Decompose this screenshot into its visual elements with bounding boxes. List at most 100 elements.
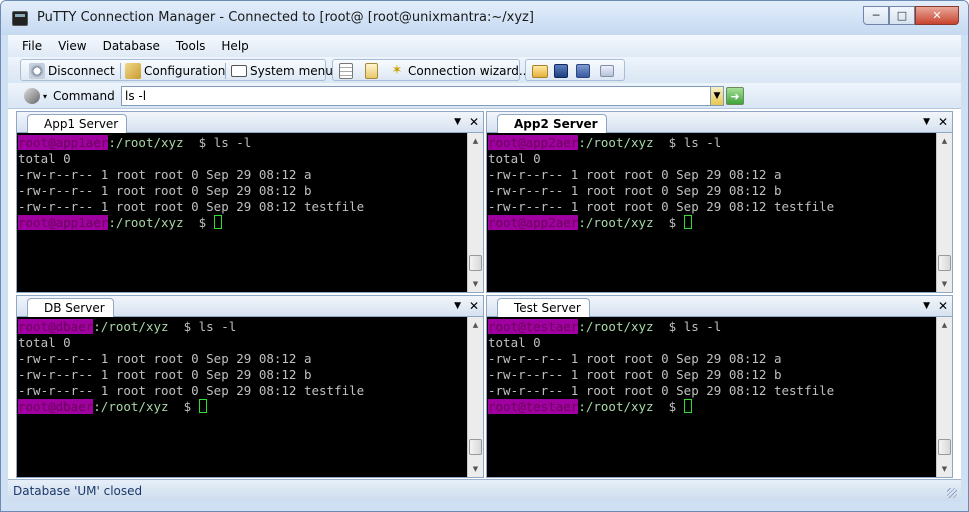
prompt-user-host: root@testaer <box>488 319 579 334</box>
notes-icon <box>365 63 378 79</box>
notes-button[interactable] <box>365 63 381 79</box>
status-text: Database 'UM' closed <box>13 483 143 498</box>
menu-bar: File View Database Tools Help <box>8 35 961 57</box>
terminal-cursor <box>683 215 692 229</box>
terminal-screen[interactable]: root@app2aer:/root/xyz $ ls -l total 0 -… <box>487 133 936 292</box>
menu-database[interactable]: Database <box>103 39 160 53</box>
vertical-scrollbar[interactable]: ▲ ▼ <box>936 133 952 292</box>
menu-help[interactable]: Help <box>221 39 248 53</box>
command-history-dropdown[interactable]: ▼ <box>710 86 724 106</box>
terminal-line: root@testaer:/root/xyz $ ls -l <box>488 319 722 334</box>
pane-dropdown-icon[interactable]: ▼ <box>454 301 461 311</box>
status-bar: Database 'UM' closed <box>8 479 961 501</box>
terminal-command: ls -l <box>213 135 252 150</box>
scroll-thumb[interactable] <box>938 255 951 271</box>
terminal-cursor <box>683 399 692 413</box>
main-toolbar: Disconnect Configuration System menu ✶ C… <box>8 57 961 83</box>
scroll-thumb[interactable] <box>469 255 482 271</box>
system-menu-label: System menu <box>250 64 333 78</box>
scroll-down-icon[interactable]: ▼ <box>468 276 483 292</box>
disconnect-button[interactable]: Disconnect <box>29 63 115 79</box>
prompt-user-host: root@dbaer <box>18 399 94 414</box>
pane-tab-bar: DB Server ▼ ✕ <box>17 296 483 318</box>
scroll-down-icon[interactable]: ▼ <box>937 461 952 477</box>
scroll-up-icon[interactable]: ▲ <box>468 133 483 149</box>
print-button[interactable] <box>600 63 617 79</box>
terminal-command: ls -l <box>683 319 722 334</box>
pane-dropdown-icon[interactable]: ▼ <box>923 301 930 311</box>
scroll-up-icon[interactable]: ▲ <box>937 133 952 149</box>
terminal-line: -rw-r--r-- 1 root root 0 Sep 29 08:12 a <box>488 351 782 366</box>
configuration-button[interactable]: Configuration <box>125 63 225 79</box>
pane-tab-bar: App2 Server ▼ ✕ <box>487 112 952 134</box>
vertical-scrollbar[interactable]: ▲ ▼ <box>936 317 952 477</box>
printer-icon <box>600 65 614 77</box>
system-menu-button[interactable]: System menu <box>231 63 333 79</box>
pane-close-icon[interactable]: ✕ <box>469 299 479 313</box>
chevron-down-icon: ▾ <box>43 91 48 101</box>
title-bar[interactable]: PuTTY Connection Manager - Connected to … <box>1 1 968 35</box>
toolbar-group-connection: Disconnect Configuration System menu <box>20 59 333 81</box>
pane-close-icon[interactable]: ✕ <box>469 115 479 129</box>
toolbar-group-tools: ✶ Connection wizard... <box>332 59 530 81</box>
menu-view[interactable]: View <box>58 39 86 53</box>
scroll-up-icon[interactable]: ▲ <box>468 317 483 333</box>
prompt-path: :/root/xyz <box>578 399 654 414</box>
terminal-line: -rw-r--r-- 1 root root 0 Sep 29 08:12 a <box>488 167 782 182</box>
terminal-pane-app1: App1 Server ▼ ✕ root@app1aer:/root/xyz $… <box>16 111 484 293</box>
menu-tools[interactable]: Tools <box>176 39 206 53</box>
scroll-down-icon[interactable]: ▼ <box>937 276 952 292</box>
prompt-user-host: root@app1aer <box>18 215 109 230</box>
tab-app2-server[interactable]: App2 Server <box>497 114 607 134</box>
scroll-down-icon[interactable]: ▼ <box>468 461 483 477</box>
tab-db-server[interactable]: DB Server <box>27 298 114 318</box>
terminal-line: -rw-r--r-- 1 root root 0 Sep 29 08:12 te… <box>18 383 365 398</box>
terminal-screen[interactable]: root@app1aer:/root/xyz $ ls -l total 0 -… <box>17 133 467 292</box>
prompt-user-host: root@dbaer <box>18 319 94 334</box>
command-target-button[interactable]: ▾ Command <box>24 88 115 104</box>
command-input[interactable] <box>121 86 711 106</box>
database-button[interactable] <box>339 63 356 79</box>
connection-wizard-button[interactable]: ✶ Connection wizard... <box>389 63 531 79</box>
maximize-button[interactable]: □ <box>889 6 915 25</box>
tab-app1-server[interactable]: App1 Server <box>27 114 128 134</box>
scroll-thumb[interactable] <box>938 439 951 455</box>
pane-close-icon[interactable]: ✕ <box>938 299 948 313</box>
scroll-up-icon[interactable]: ▲ <box>937 317 952 333</box>
pane-dropdown-icon[interactable]: ▼ <box>923 117 930 127</box>
terminal-line: root@testaer:/root/xyz $ <box>488 399 936 415</box>
prompt-path: :/root/xyz <box>578 319 654 334</box>
vertical-scrollbar[interactable]: ▲ ▼ <box>467 317 483 477</box>
open-folder-icon <box>532 64 548 78</box>
terminal-pane-db: DB Server ▼ ✕ root@dbaer:/root/xyz $ ls … <box>16 295 484 478</box>
terminal-line: total 0 <box>488 151 541 166</box>
terminal-line: -rw-r--r-- 1 root root 0 Sep 29 08:12 b <box>18 183 312 198</box>
pane-tab-bar: Test Server ▼ ✕ <box>487 296 952 318</box>
menu-file[interactable]: File <box>22 39 42 53</box>
terminal-command: ls -l <box>198 319 237 334</box>
minimize-button[interactable]: ─ <box>863 6 889 25</box>
pane-dropdown-icon[interactable]: ▼ <box>454 117 461 127</box>
database-icon <box>339 63 353 79</box>
save-icon <box>554 64 568 78</box>
terminal-screen[interactable]: root@dbaer:/root/xyz $ ls -l total 0 -rw… <box>17 317 467 477</box>
terminal-screen[interactable]: root@testaer:/root/xyz $ ls -l total 0 -… <box>487 317 936 477</box>
command-bar: ▾ Command ▼ ➜ <box>8 83 961 109</box>
toolbar-group-file <box>525 59 625 81</box>
resize-grip-icon[interactable] <box>947 488 957 498</box>
scroll-thumb[interactable] <box>469 439 482 455</box>
toolbar-separator <box>225 63 226 79</box>
close-button[interactable]: ✕ <box>915 6 959 25</box>
terminal-line: root@app2aer:/root/xyz $ ls -l <box>488 135 722 150</box>
save-all-button[interactable] <box>576 63 593 79</box>
vertical-scrollbar[interactable]: ▲ ▼ <box>467 133 483 292</box>
save-button[interactable] <box>554 63 571 79</box>
send-command-button[interactable]: ➜ <box>726 87 744 105</box>
putty-terminal-icon <box>12 11 28 26</box>
disconnect-label: Disconnect <box>48 64 115 78</box>
arrow-right-icon: ➜ <box>730 89 740 103</box>
pane-close-icon[interactable]: ✕ <box>938 115 948 129</box>
system-menu-icon <box>231 65 247 77</box>
open-button[interactable] <box>532 63 551 79</box>
tab-test-server[interactable]: Test Server <box>497 298 590 318</box>
